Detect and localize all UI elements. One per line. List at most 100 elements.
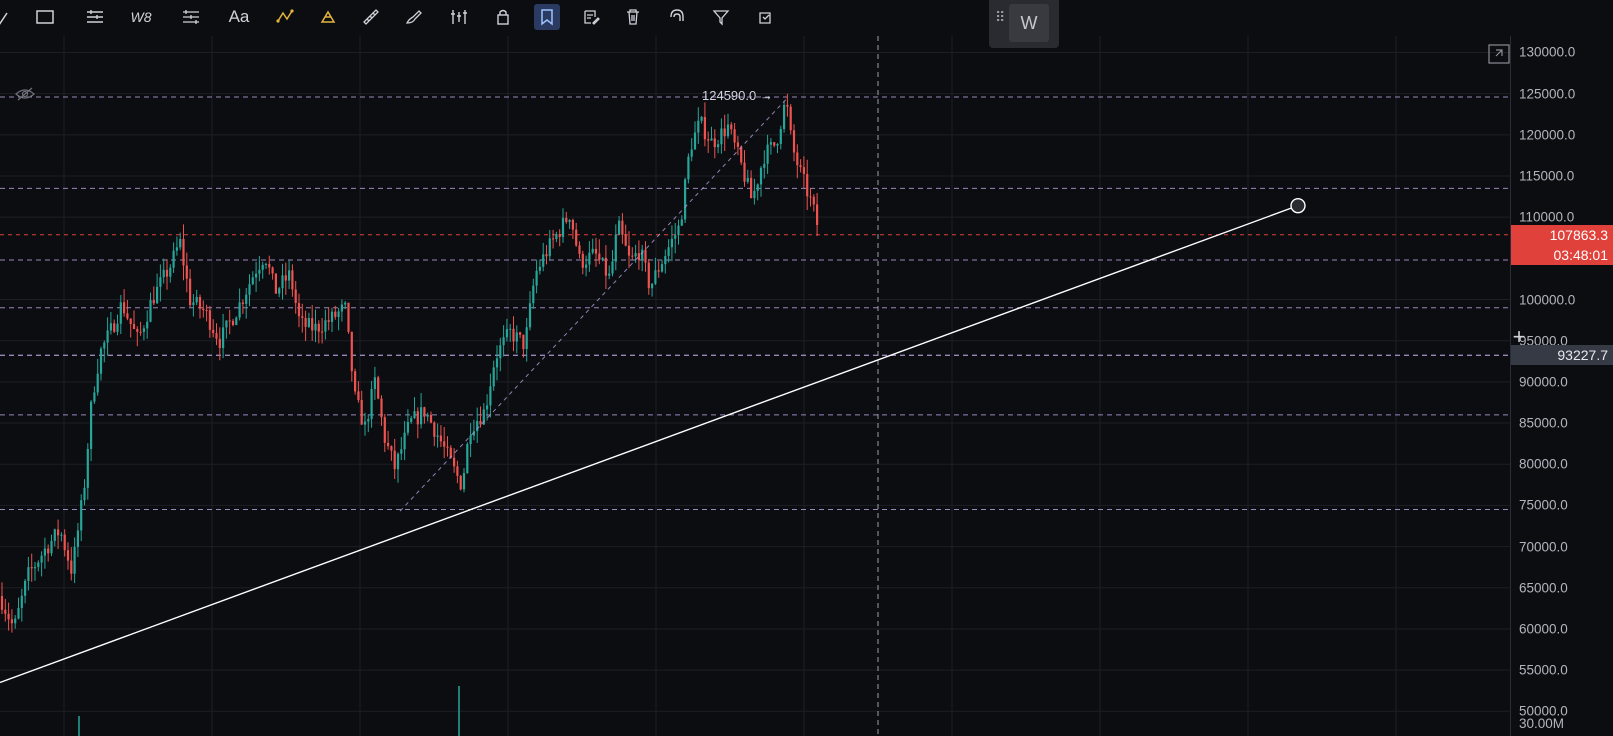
candle-body [53, 529, 56, 541]
ruler-measure-icon[interactable] [358, 4, 384, 30]
candle-body [644, 249, 647, 263]
candle-body [159, 277, 162, 287]
candle-body [489, 386, 492, 406]
candle-body [360, 400, 363, 425]
candle-body [357, 391, 360, 401]
price-tick-label: 80000.0 [1519, 456, 1568, 472]
sync-drawing-icon[interactable] [752, 4, 778, 30]
candle-body [4, 609, 7, 614]
candle-body [769, 142, 772, 145]
candle-body [103, 342, 106, 349]
candle-body [245, 294, 248, 304]
add-alert-plus-icon[interactable]: + [1504, 324, 1534, 349]
trash-icon[interactable] [620, 4, 646, 30]
price-tick-label: 120000.0 [1519, 127, 1576, 143]
high-price-label: 124590.0 → [702, 88, 773, 103]
candle-body [113, 323, 116, 332]
candle-body [129, 318, 132, 324]
candle-body [278, 288, 281, 294]
candle-body [476, 421, 479, 432]
price-axis[interactable]: 30.00M 130000.0 125000.0 120000.0 115000.0 1… [1510, 36, 1613, 736]
candle-body [83, 487, 86, 501]
candle-body [380, 398, 383, 418]
candle-body [317, 323, 320, 332]
forecast-tool-icon[interactable] [178, 4, 204, 30]
candle-body [796, 152, 799, 166]
candle-body [585, 264, 588, 268]
price-tick-label: 70000.0 [1519, 539, 1568, 555]
candle-body [684, 179, 687, 220]
candle-body [182, 238, 185, 266]
candle-body [538, 266, 541, 271]
elliott-wave-icon[interactable]: W8 [128, 4, 154, 30]
candle-body [436, 435, 439, 437]
candle-body [274, 273, 277, 294]
candle-body [713, 138, 716, 148]
magnet-icon[interactable] [664, 4, 690, 30]
pattern-tool-icon[interactable] [272, 4, 298, 30]
candle-body [228, 320, 231, 322]
candle-body [271, 267, 274, 274]
candle-body [146, 321, 149, 329]
candle-body [304, 317, 307, 327]
candle-body [63, 534, 66, 551]
candle-body [439, 435, 442, 442]
candle-body [106, 330, 109, 343]
candle-body [337, 311, 340, 317]
candle-body [693, 132, 697, 150]
candle-body [185, 265, 188, 279]
fib-retracement-icon[interactable] [82, 4, 108, 30]
candle-body [139, 331, 142, 333]
candle-body [545, 254, 548, 257]
filter-icon[interactable] [708, 4, 734, 30]
tag-timer: 03:48:01 [1511, 244, 1613, 265]
candle-body [281, 275, 284, 289]
candle-body [212, 329, 215, 334]
rectangle-tool-icon[interactable] [32, 4, 58, 30]
price-chart[interactable] [0, 36, 1510, 736]
eye-hidden-icon[interactable] [14, 86, 36, 102]
candle-body [743, 162, 746, 182]
candle-body [462, 473, 466, 490]
candle-body [433, 422, 436, 437]
candle-body [581, 253, 584, 268]
candle-body [763, 163, 766, 168]
candle-body [700, 116, 703, 121]
candle-body [677, 225, 680, 236]
candle-body [162, 269, 165, 278]
candle-body [578, 245, 581, 254]
candle-body [674, 235, 677, 239]
candle-body [172, 250, 175, 268]
drag-handle-icon[interactable]: ⠿ [995, 10, 1005, 34]
candle-body [420, 407, 423, 425]
candle-body [50, 540, 53, 554]
candle-body [261, 264, 264, 270]
prediction-tool-icon[interactable] [316, 4, 342, 30]
brush-tool-icon[interactable] [400, 4, 426, 30]
text-tool-icon[interactable]: Aa [226, 4, 252, 30]
bookmark-icon[interactable] [534, 4, 560, 30]
candle-body [383, 417, 386, 443]
candle-body [30, 567, 33, 569]
bar-pattern-icon[interactable] [446, 4, 472, 30]
candle-body [413, 411, 416, 419]
edit-note-icon[interactable] [578, 4, 604, 30]
trendline-tool-icon[interactable] [0, 4, 20, 30]
candle-body [189, 278, 192, 306]
lock-object-icon[interactable] [490, 4, 516, 30]
candle-body [347, 302, 350, 332]
candle-body [93, 392, 96, 402]
candle-body [726, 124, 730, 137]
candle-body [542, 254, 545, 267]
candle-body [568, 219, 571, 222]
candle-body [123, 302, 126, 314]
candle-body [248, 284, 251, 295]
candle-body [588, 252, 591, 265]
candle-body [218, 338, 221, 349]
chart-pane[interactable] [0, 36, 1510, 736]
candle-body [324, 320, 327, 332]
fullscreen-icon[interactable] [1488, 44, 1510, 64]
tag-cross: 93227.7 [1511, 345, 1613, 366]
candle-body [20, 595, 23, 608]
candle-body [116, 323, 119, 332]
